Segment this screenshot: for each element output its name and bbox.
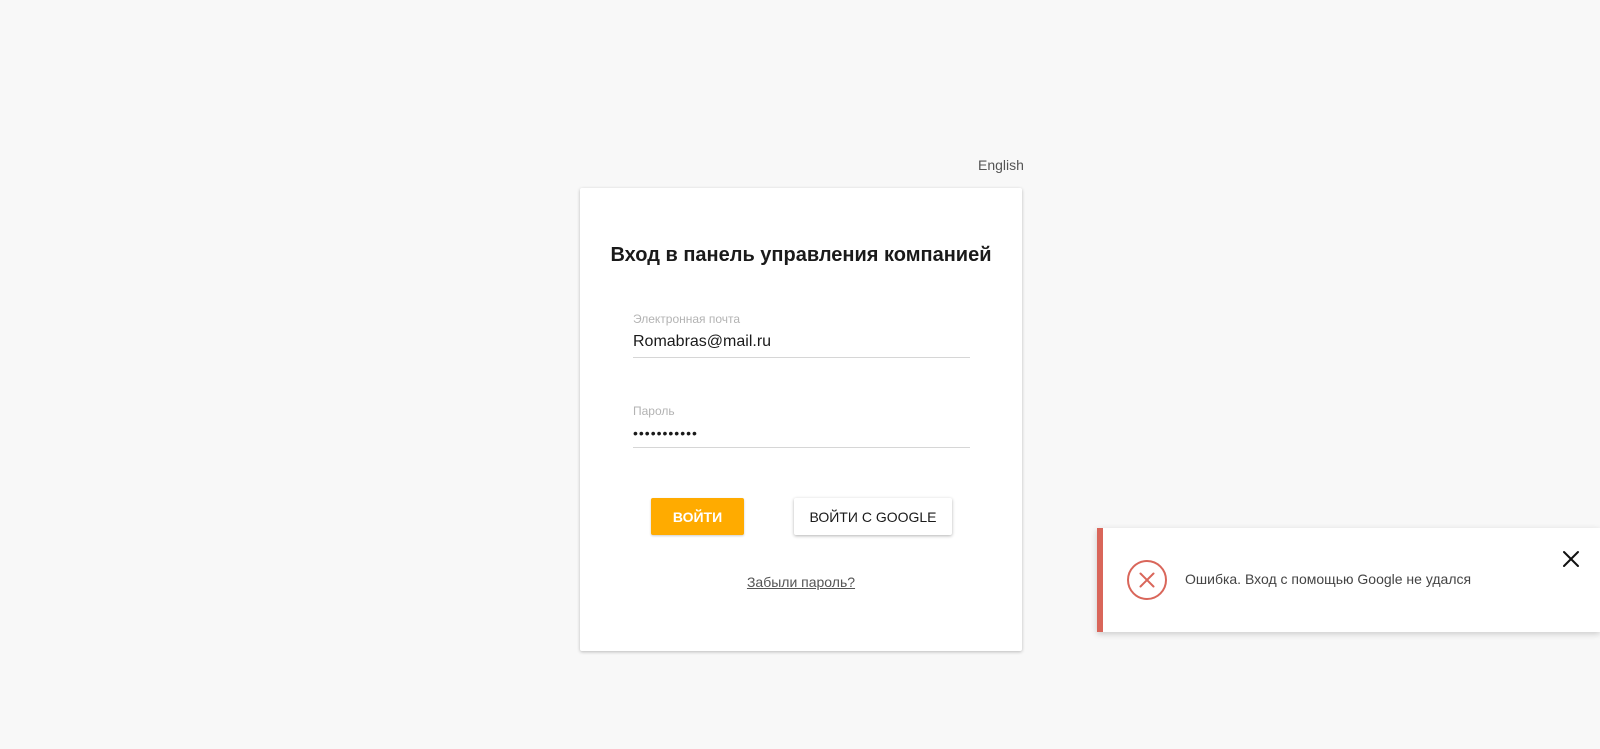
page-title: Вход в панель управления компанией — [610, 244, 992, 266]
login-card: Вход в панель управления компанией Элект… — [580, 188, 1022, 651]
toast-message: Ошибка. Вход с помощью Google не удался — [1185, 571, 1472, 587]
login-page: English Вход в панель управления компани… — [0, 0, 1600, 749]
login-button[interactable]: ВОЙТИ — [651, 498, 744, 535]
email-label: Электронная почта — [633, 312, 741, 326]
language-switch-link[interactable]: English — [978, 157, 1024, 173]
password-label: Пароль — [633, 404, 675, 418]
password-field-group: Пароль — [633, 404, 970, 448]
email-field[interactable] — [633, 331, 970, 358]
forgot-password-link[interactable]: Забыли пароль? — [580, 574, 1022, 590]
google-login-button[interactable]: ВОЙТИ С GOOGLE — [794, 498, 952, 535]
error-toast: Ошибка. Вход с помощью Google не удался — [1097, 528, 1600, 632]
error-circle-x-icon — [1126, 559, 1168, 601]
close-icon[interactable] — [1560, 548, 1582, 570]
email-field-group: Электронная почта — [633, 312, 970, 358]
password-field[interactable] — [633, 423, 970, 448]
